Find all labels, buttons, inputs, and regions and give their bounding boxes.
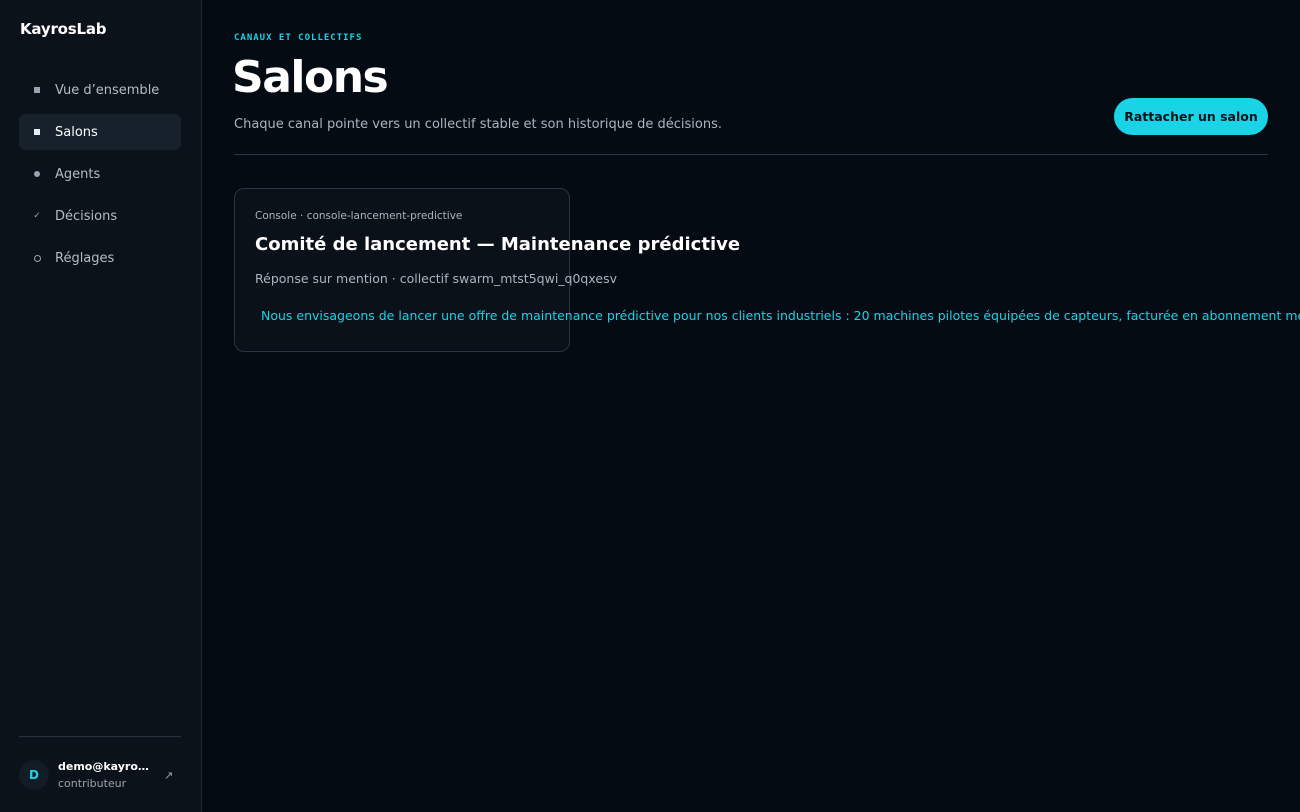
external-link-icon[interactable]: ↗ <box>164 769 173 782</box>
sidebar-item-label: Salons <box>55 124 98 140</box>
sidebar-item-decisions[interactable]: ✓ Décisions <box>19 198 181 234</box>
sidebar-item-settings[interactable]: Réglages <box>19 240 181 276</box>
sidebar-item-salons[interactable]: Salons <box>19 114 181 150</box>
room-card[interactable]: Console · console-lancement-predictive C… <box>234 188 1300 352</box>
main-content: CANAUX ET COLLECTIFS Salons Chaque canal… <box>202 0 1300 812</box>
user-profile[interactable]: D demo@kayroslab.io contributeur ↗ <box>19 758 181 792</box>
sidebar: KayrosLab Vue d’ensemble Salons Agents ✓… <box>0 0 202 812</box>
sidebar-nav: Vue d’ensemble Salons Agents ✓ Décisions… <box>19 72 181 282</box>
check-icon: ✓ <box>33 211 41 221</box>
user-info: demo@kayroslab.io contributeur <box>58 760 150 790</box>
app-root: KayrosLab Vue d’ensemble Salons Agents ✓… <box>0 0 1300 812</box>
sidebar-item-label: Agents <box>55 166 101 182</box>
sidebar-item-label: Décisions <box>55 208 118 224</box>
attach-room-button[interactable]: Rattacher un salon <box>1114 98 1268 135</box>
brand-logo[interactable]: KayrosLab <box>20 20 107 38</box>
room-meta: Console · console-lancement-predictive <box>255 210 463 222</box>
room-preview: Nous envisageons de lancer une offre de … <box>261 308 1300 323</box>
page-title: Salons <box>232 52 389 103</box>
avatar: D <box>19 760 49 790</box>
sidebar-item-label: Vue d’ensemble <box>55 82 160 98</box>
sidebar-item-agents[interactable]: Agents <box>19 156 181 192</box>
ring-icon <box>32 254 42 262</box>
room-subtitle: Réponse sur mention · collectif swarm_mt… <box>255 271 617 286</box>
user-email: demo@kayroslab.io <box>58 760 150 773</box>
sidebar-item-overview[interactable]: Vue d’ensemble <box>19 72 181 108</box>
sidebar-item-label: Réglages <box>55 250 115 266</box>
square-icon <box>32 87 42 93</box>
page-subtitle: Chaque canal pointe vers un collectif st… <box>234 117 722 132</box>
sidebar-divider <box>19 736 181 737</box>
page-eyebrow: CANAUX ET COLLECTIFS <box>234 33 363 43</box>
header-divider <box>234 154 1268 155</box>
dot-icon <box>32 171 42 177</box>
square-icon <box>32 129 42 135</box>
user-role: contributeur <box>58 777 127 790</box>
room-title: Comité de lancement — Maintenance prédic… <box>255 234 741 255</box>
